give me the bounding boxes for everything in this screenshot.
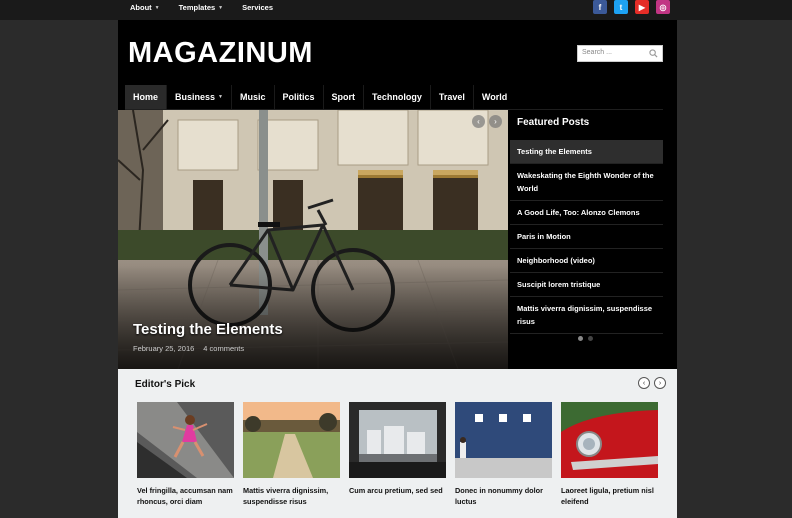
topnav-templates-label: Templates (178, 3, 216, 12)
editors-card[interactable]: Cum arcu pretium, sed sed (349, 402, 446, 507)
slide-date: February 25, 2016 (133, 344, 195, 353)
featured-item[interactable]: Mattis viverra dignissim, suspendisse ri… (510, 297, 663, 334)
slide-comments[interactable]: 4 comments (203, 344, 244, 353)
nav-item-home[interactable]: Home (125, 85, 167, 109)
nav-item-music[interactable]: Music (231, 85, 274, 109)
chevron-down-icon: ▼ (218, 4, 224, 11)
topnav-about[interactable]: About ▼ (130, 3, 160, 12)
nav-politics-label: Politics (282, 92, 315, 102)
editors-pick-grid: Vel fringilla, accumsan nam rhoncus, orc… (137, 402, 658, 507)
editors-prev-button[interactable]: ‹ (638, 377, 650, 389)
instagram-icon[interactable]: ◎ (656, 0, 670, 14)
hero-slider[interactable]: ‹ › Testing the Elements February 25, 20… (118, 110, 508, 369)
slide-title[interactable]: Testing the Elements (133, 321, 283, 338)
site-logo[interactable]: MAGAZINUM (128, 37, 313, 70)
top-nav: About ▼ Templates ▼ Services (130, 3, 292, 12)
nav-world-label: World (481, 92, 508, 102)
topnav-about-label: About (130, 3, 152, 12)
card-image-red-car (561, 402, 658, 478)
slide-meta: February 25, 2016 4 comments (133, 344, 244, 353)
main-nav: Home Business ▼ Music Politics Sport Tech… (125, 85, 515, 109)
featured-item[interactable]: Wakeskating the Eighth Wonder of the Wor… (510, 164, 663, 201)
nav-item-sport[interactable]: Sport (322, 85, 364, 109)
editors-pick-section: Editor's Pick ‹ › Vel fringilla, accumsa… (118, 369, 677, 518)
card-image-girl-running (137, 402, 234, 478)
card-image-country-road (243, 402, 340, 478)
editors-pick-title: Editor's Pick (135, 379, 196, 390)
nav-music-label: Music (240, 92, 266, 102)
editors-next-button[interactable]: › (654, 377, 666, 389)
search-icon[interactable] (649, 49, 658, 58)
pagination-dot[interactable] (578, 336, 583, 341)
card-image-blue-wall (455, 402, 552, 478)
featured-item[interactable]: Paris in Motion (510, 225, 663, 249)
card-caption[interactable]: Vel fringilla, accumsan nam rhoncus, orc… (137, 485, 234, 507)
topnav-services-label: Services (242, 3, 273, 12)
card-caption[interactable]: Cum arcu pretium, sed sed (349, 485, 446, 496)
featured-posts-title: Featured Posts (517, 117, 590, 128)
editors-card[interactable]: Laoreet ligula, pretium nisl eleifend (561, 402, 658, 507)
site-container: MAGAZINUM Search ... Home Business ▼ Musi… (118, 20, 677, 518)
slider-next-button[interactable]: › (489, 115, 502, 128)
featured-posts: Featured Posts Testing the Elements Wake… (510, 110, 663, 369)
nav-item-world[interactable]: World (472, 85, 515, 109)
card-image-car-window (349, 402, 446, 478)
search-placeholder: Search ... (582, 49, 612, 56)
editors-card[interactable]: Vel fringilla, accumsan nam rhoncus, orc… (137, 402, 234, 507)
card-caption[interactable]: Donec in nonummy dolor luctus (455, 485, 552, 507)
twitter-icon[interactable]: t (614, 0, 628, 14)
featured-item[interactable]: Testing the Elements (510, 140, 663, 164)
card-caption[interactable]: Mattis viverra dignissim, suspendisse ri… (243, 485, 340, 507)
nav-travel-label: Travel (438, 92, 465, 102)
youtube-icon[interactable]: ▶ (635, 0, 649, 14)
facebook-icon[interactable]: f (593, 0, 607, 14)
nav-item-travel[interactable]: Travel (429, 85, 473, 109)
chevron-down-icon: ▼ (218, 94, 223, 100)
card-caption[interactable]: Laoreet ligula, pretium nisl eleifend (561, 485, 658, 507)
nav-sport-label: Sport (331, 92, 356, 102)
featured-item[interactable]: Neighborhood (video) (510, 249, 663, 273)
editors-card[interactable]: Mattis viverra dignissim, suspendisse ri… (243, 402, 340, 507)
featured-pagination (578, 336, 593, 341)
nav-item-technology[interactable]: Technology (363, 85, 430, 109)
nav-item-business[interactable]: Business ▼ (166, 85, 231, 109)
topnav-templates[interactable]: Templates ▼ (179, 3, 224, 12)
slider-prev-button[interactable]: ‹ (472, 115, 485, 128)
pagination-dot[interactable] (588, 336, 593, 341)
search-input[interactable]: Search ... (577, 45, 663, 62)
featured-item[interactable]: Suscipit lorem tristique (510, 273, 663, 297)
featured-list: Testing the Elements Wakeskating the Eig… (510, 140, 663, 334)
top-bar: About ▼ Templates ▼ Services f t ▶ ◎ (0, 0, 792, 20)
editors-card[interactable]: Donec in nonummy dolor luctus (455, 402, 552, 507)
nav-business-label: Business (175, 92, 216, 102)
social-links: f t ▶ ◎ (593, 0, 670, 14)
nav-technology-label: Technology (372, 92, 422, 102)
chevron-down-icon: ▼ (154, 4, 160, 11)
topnav-services[interactable]: Services (242, 3, 273, 12)
nav-item-politics[interactable]: Politics (273, 85, 323, 109)
nav-home-label: Home (133, 92, 159, 102)
featured-item[interactable]: A Good Life, Too: Alonzo Clemons (510, 201, 663, 225)
